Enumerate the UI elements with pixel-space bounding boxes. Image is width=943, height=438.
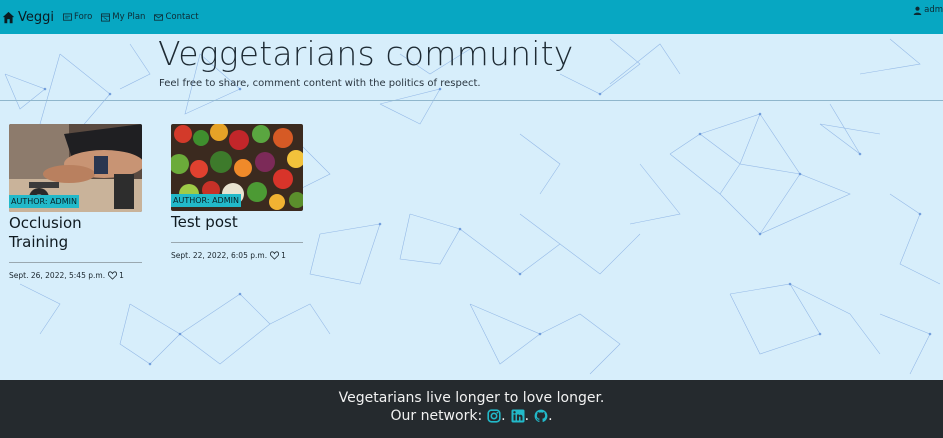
footer: Vegetarians live longer to love longer. …: [0, 380, 943, 438]
like-count: 1: [119, 271, 124, 280]
post-divider: [171, 242, 303, 243]
heart-icon[interactable]: [270, 251, 280, 260]
nav-my-plan-label: My Plan: [112, 12, 146, 22]
nav-contact-label: Contact: [165, 12, 199, 22]
nav-foro[interactable]: Foro: [63, 12, 92, 22]
brand-label: Veggi: [18, 9, 54, 25]
chat-icon: [63, 12, 72, 21]
calendar-icon: [101, 12, 111, 22]
footer-tagline: Vegetarians live longer to love longer.: [338, 390, 605, 406]
network-label: Our network:: [390, 408, 483, 424]
post-meta: Sept. 22, 2022, 6:05 p.m. 1: [171, 251, 303, 260]
post-card[interactable]: AUTHOR: ADMIN Occlusion Training Sept. 2…: [9, 124, 142, 280]
post-image-gym[interactable]: AUTHOR: ADMIN: [9, 124, 142, 212]
user-name: adm: [924, 5, 943, 15]
nav-contact[interactable]: Contact: [154, 12, 199, 22]
post-image-vegetables[interactable]: AUTHOR: ADMIN: [171, 124, 303, 211]
brand-link[interactable]: Veggi: [2, 10, 54, 25]
post-card[interactable]: AUTHOR: ADMIN Test post Sept. 22, 2022, …: [171, 124, 303, 260]
post-divider: [9, 262, 142, 263]
like-count: 1: [281, 251, 286, 260]
post-date: Sept. 22, 2022, 6:05 p.m.: [171, 251, 268, 260]
page-subtitle: Feel free to share, comment content with…: [159, 78, 481, 89]
post-title[interactable]: Test post: [171, 213, 303, 232]
nav-foro-label: Foro: [74, 12, 93, 22]
hero-divider: [0, 100, 943, 101]
separator: .: [548, 408, 553, 424]
user-icon: [913, 6, 922, 15]
navbar: Veggi Foro My Plan Contact adm: [0, 0, 943, 34]
linkedin-icon[interactable]: [511, 409, 525, 423]
author-badge: AUTHOR: ADMIN: [171, 194, 241, 207]
nav-my-plan[interactable]: My Plan: [101, 12, 145, 22]
home-icon: [2, 11, 15, 23]
heart-icon[interactable]: [108, 271, 118, 280]
envelope-icon: [154, 13, 164, 21]
author-badge: AUTHOR: ADMIN: [9, 195, 79, 208]
github-icon[interactable]: [534, 409, 548, 423]
separator: .: [501, 408, 506, 424]
post-meta: Sept. 26, 2022, 5:45 p.m. 1: [9, 271, 142, 280]
user-menu[interactable]: adm: [913, 5, 943, 15]
post-title[interactable]: Occlusion Training: [9, 214, 142, 252]
footer-network: Our network: . . .: [0, 408, 943, 424]
post-date: Sept. 26, 2022, 5:45 p.m.: [9, 271, 106, 280]
instagram-icon[interactable]: [487, 409, 501, 423]
separator: .: [524, 408, 530, 424]
page-title: Veggetarians community: [158, 34, 574, 73]
